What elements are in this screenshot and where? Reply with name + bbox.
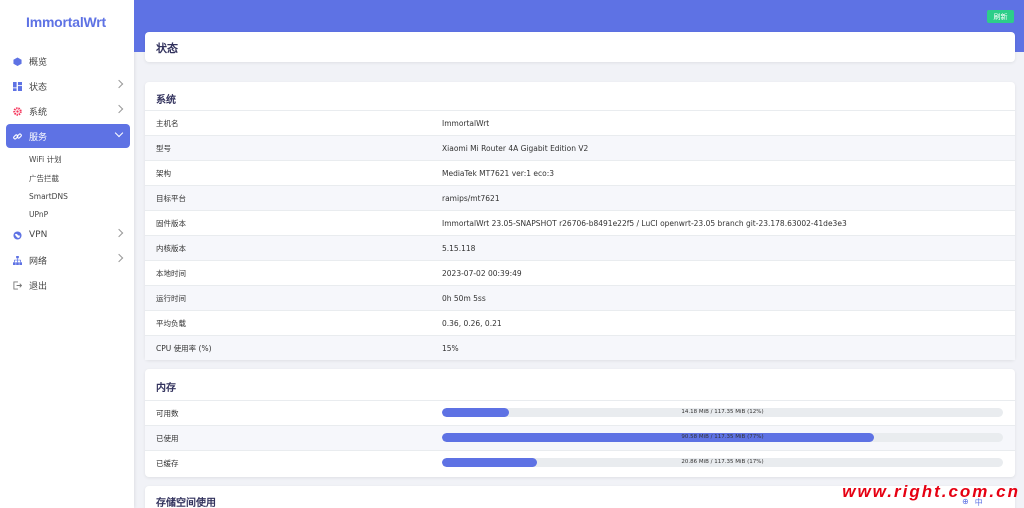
progress-label: 14.18 MiB / 117.35 MiB (12%): [681, 409, 764, 415]
sidebar-item-label: 概览: [29, 57, 48, 68]
sidebar-subitem-wifi-schedule[interactable]: WiFi 计划: [29, 154, 62, 165]
cube-icon: [13, 56, 22, 66]
sidebar: ImmortalWrt 概览 状态 系统 服务 WiFi 计划 广告拦截 Sma…: [0, 0, 134, 508]
chevron-right-icon: [114, 253, 124, 263]
section-title: 系统: [156, 95, 176, 106]
table-row: 运行时间 0h 50m 5ss: [145, 285, 1015, 310]
row-value: MediaTek MT7621 ver:1 eco:3: [442, 168, 555, 178]
globe-icon: [13, 230, 22, 240]
row-value: 2023-07-02 00:39:49: [442, 268, 522, 278]
sidebar-item-overview[interactable]: 概览: [6, 49, 130, 73]
row-value: Xiaomi Mi Router 4A Gigabit Edition V2: [442, 143, 589, 153]
progress-bar: 20.86 MiB / 117.35 MiB (17%): [442, 458, 1003, 467]
table-row: 目标平台 ramips/mt7621: [145, 185, 1015, 210]
memory-section: 内存 可用数 14.18 MiB / 117.35 MiB (12%) 已使用 …: [145, 369, 1015, 477]
system-tray: ⊕ 中: [962, 497, 983, 508]
section-title: 存储空间使用: [156, 498, 216, 508]
row-key: 本地时间: [156, 268, 186, 278]
link-icon: [13, 132, 22, 141]
table-row: 固件版本 ImmortalWrt 23.05-SNAPSHOT r26706-b8…: [145, 210, 1015, 235]
row-key: 已使用: [156, 433, 179, 443]
sidebar-item-label: 状态: [29, 82, 48, 93]
watermark: www.right.com.cn: [842, 482, 1020, 501]
brand-logo[interactable]: ImmortalWrt: [26, 14, 106, 30]
table-row: 可用数 14.18 MiB / 117.35 MiB (12%): [145, 400, 1015, 425]
row-key: 型号: [156, 143, 171, 153]
table-row: 平均负载 0.36, 0.26, 0.21: [145, 310, 1015, 335]
sidebar-item-vpn[interactable]: VPN: [6, 223, 130, 247]
row-key: 内核版本: [156, 243, 186, 253]
row-key: 已缓存: [156, 458, 179, 468]
network-icon: [13, 255, 22, 265]
progress-label: 90.58 MiB / 117.35 MiB (77%): [681, 434, 764, 440]
table-row: 已使用 90.58 MiB / 117.35 MiB (77%): [145, 425, 1015, 450]
sidebar-item-logout[interactable]: 退出: [6, 273, 130, 297]
table-row: 架构 MediaTek MT7621 ver:1 eco:3: [145, 160, 1015, 185]
page-title-card: 状态: [145, 32, 1015, 62]
sidebar-item-label: 服务: [29, 132, 48, 143]
row-value: ImmortalWrt 23.05-SNAPSHOT r26706-b8491e…: [442, 218, 847, 228]
row-value: 0h 50m 5ss: [442, 293, 486, 303]
table-row: CPU 使用率 (%) 15%: [145, 335, 1015, 360]
sidebar-item-system[interactable]: 系统: [6, 99, 130, 123]
row-value: ramips/mt7621: [442, 193, 500, 203]
system-section: 系统 主机名 ImmortalWrt 型号 Xiaomi Mi Router 4A …: [145, 82, 1015, 360]
logout-icon: [13, 280, 22, 290]
sidebar-item-status[interactable]: 状态: [6, 74, 130, 98]
row-key: CPU 使用率 (%): [156, 343, 212, 353]
progress-label: 20.86 MiB / 117.35 MiB (17%): [681, 459, 764, 465]
section-title: 内存: [156, 383, 176, 394]
sidebar-subitem-adblock[interactable]: 广告拦截: [29, 173, 59, 184]
sidebar-subitem-smartdns[interactable]: SmartDNS: [29, 192, 68, 201]
progress-bar: 14.18 MiB / 117.35 MiB (12%): [442, 408, 1003, 417]
chevron-right-icon: [114, 228, 124, 238]
sidebar-item-label: 退出: [29, 281, 48, 292]
row-key: 可用数: [156, 408, 179, 418]
refresh-button[interactable]: 刷新: [987, 10, 1014, 23]
row-value: 0.36, 0.26, 0.21: [442, 318, 502, 328]
row-value: 5.15.118: [442, 243, 476, 253]
table-row: 主机名 ImmortalWrt: [145, 110, 1015, 135]
chevron-down-icon: [114, 128, 124, 138]
sidebar-item-label: 系统: [29, 107, 48, 118]
chevron-right-icon: [114, 79, 124, 89]
row-value: 15%: [442, 343, 459, 353]
page-title: 状态: [156, 42, 178, 55]
progress-bar: 90.58 MiB / 117.35 MiB (77%): [442, 433, 1003, 442]
table-row: 已缓存 20.86 MiB / 117.35 MiB (17%): [145, 450, 1015, 475]
tray-icon[interactable]: ⊕: [962, 497, 969, 508]
row-value: ImmortalWrt: [442, 118, 490, 128]
row-key: 架构: [156, 168, 171, 178]
sidebar-item-services[interactable]: 服务: [6, 124, 130, 148]
row-key: 目标平台: [156, 193, 186, 203]
tray-ime-icon[interactable]: 中: [975, 497, 983, 508]
table-row: 本地时间 2023-07-02 00:39:49: [145, 260, 1015, 285]
chevron-right-icon: [114, 104, 124, 114]
sidebar-item-label: 网络: [29, 256, 48, 267]
row-key: 固件版本: [156, 218, 186, 228]
dashboard-icon: [13, 81, 22, 91]
table-row: 内核版本 5.15.118: [145, 235, 1015, 260]
row-key: 平均负载: [156, 318, 186, 328]
sidebar-item-label: VPN: [29, 230, 48, 240]
sidebar-item-network[interactable]: 网络: [6, 248, 130, 272]
table-row: 型号 Xiaomi Mi Router 4A Gigabit Edition V2: [145, 135, 1015, 160]
row-key: 主机名: [156, 118, 179, 128]
row-key: 运行时间: [156, 293, 186, 303]
sidebar-subitem-upnp[interactable]: UPnP: [29, 210, 48, 219]
gear-icon: [13, 106, 22, 116]
